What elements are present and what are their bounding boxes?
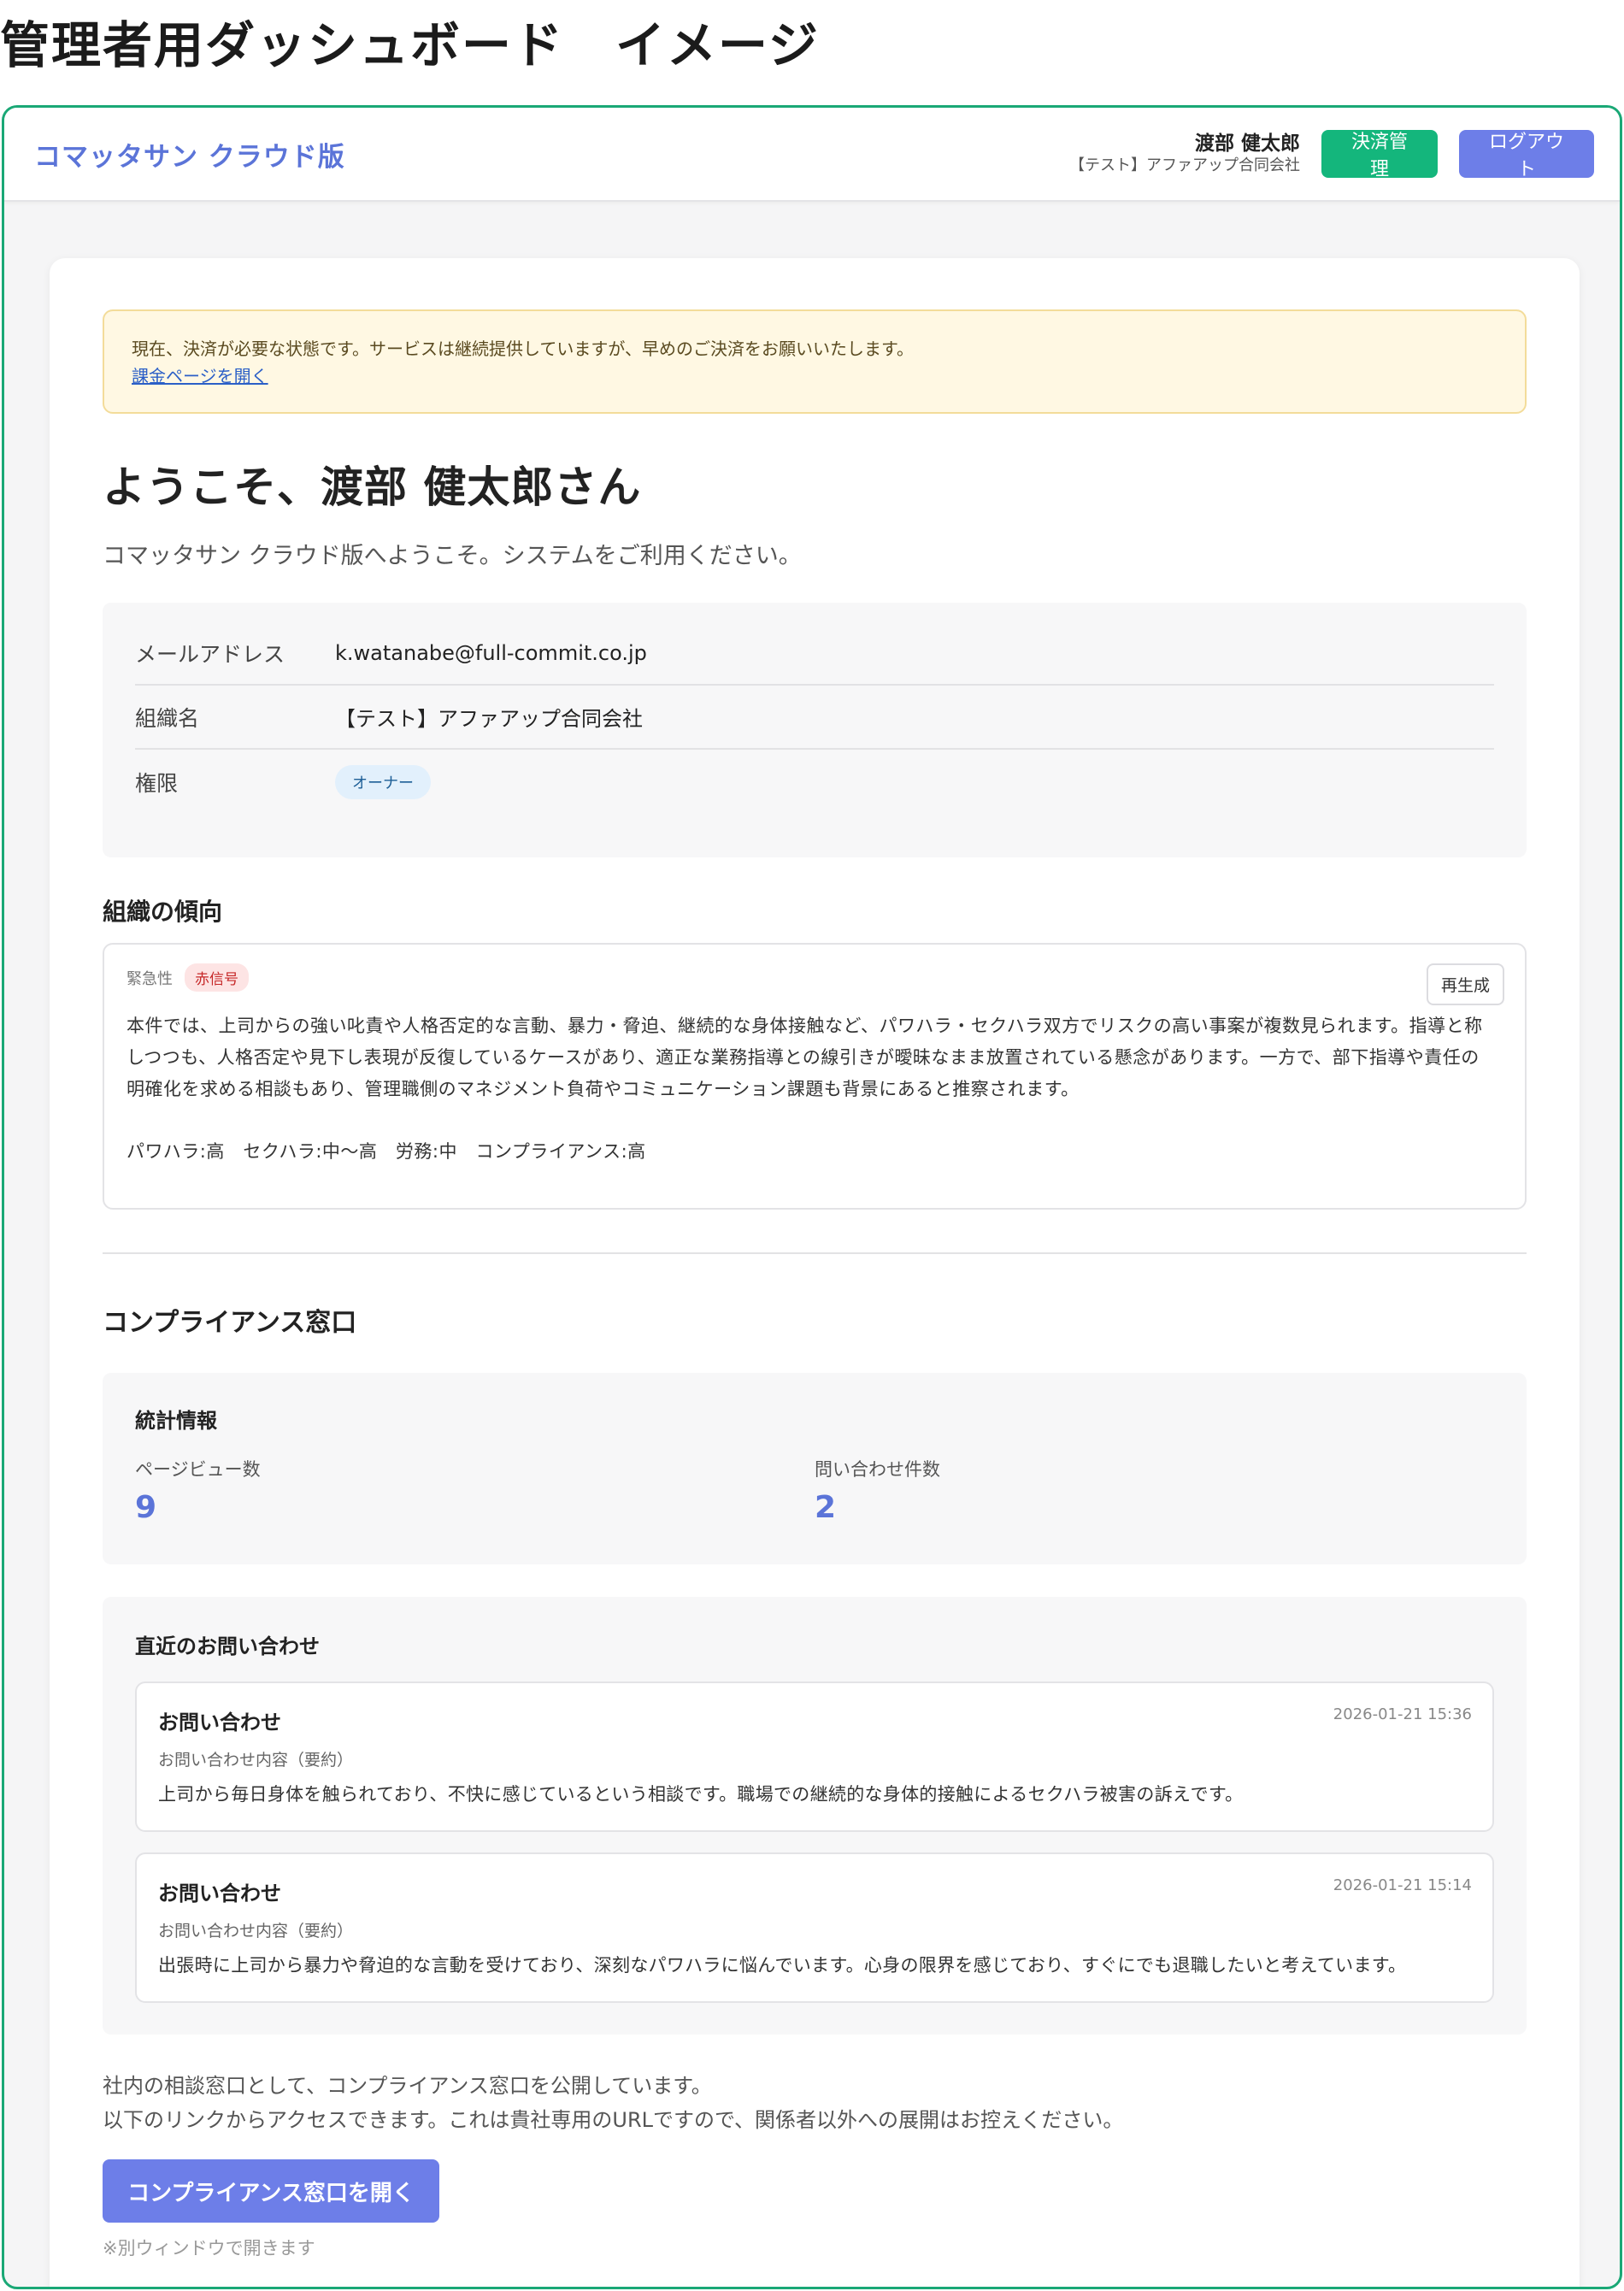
inquiry-title: お問い合わせ [158,1882,281,1905]
brand-logo[interactable]: コマッタサン クラウド版 [34,135,345,174]
trend-panel: 緊急性 赤信号 再生成 本件では、上司からの強い叱責や人格否定的な言動、暴力・脅… [103,943,1527,1210]
welcome-subtitle: コマッタサン クラウド版へようこそ。システムをご利用ください。 [103,543,802,569]
account-info-panel: メールアドレス k.watanabe@full-commit.co.jp 組織名… [103,603,1527,857]
urgency-label: 緊急性 [127,969,173,988]
compliance-section-title: コンプライアンス窓口 [103,1308,357,1338]
compliance-description: 社内の相談窓口として、コンプライアンス窓口を公開しています。 以下のリンクからア… [103,2069,1527,2137]
main-card: 現在、決済が必要な状態です。サービスは継続提供していますが、早めのご決済をお願い… [50,258,1580,2287]
section-divider [103,1252,1527,1254]
pageviews-value: 9 [135,1490,157,1525]
urgency-row: 緊急性 赤信号 [127,963,1503,992]
user-name: 渡部 健太郎 [1194,133,1300,156]
info-row-role: 権限 オーナー [135,750,1494,814]
stat-inquiries: 問い合わせ件数 2 [815,1456,1494,1525]
inquiry-date: 2026-01-21 15:14 [1333,1876,1472,1894]
info-row-organization: 組織名 【テスト】アファアップ合同会社 [135,686,1494,750]
trend-summary-line: 本件では、上司からの強い叱責や人格否定的な言動、暴力・脅迫、継続的な身体接触など… [127,1016,1483,1036]
inquiry-title: お問い合わせ [158,1711,281,1734]
inquiry-summary: 上司から毎日身体を触られており、不快に感じているという相談です。職場での継続的な… [158,1784,1244,1805]
stats-heading: 統計情報 [135,1409,217,1433]
inquiries-count-label: 問い合わせ件数 [815,1459,940,1480]
pageviews-label: ページビュー数 [135,1459,261,1480]
role-badge: オーナー [335,764,431,799]
role-label: 権限 [135,770,179,796]
compliance-description-line: 社内の相談窓口として、コンプライアンス窓口を公開しています。 [103,2074,712,2098]
new-window-note: ※別ウィンドウで開きます [103,2238,315,2259]
email-value: k.watanabe@full-commit.co.jp [335,640,647,665]
compliance-description-line: 以下のリンクからアクセスできます。これは貴社専用のURLですので、関係者以外への… [103,2108,1124,2132]
email-label: メールアドレス [135,641,285,667]
recent-inquiries-heading: 直近のお問い合わせ [135,1634,320,1658]
logout-button[interactable]: ログアウト [1459,130,1594,180]
inquiry-summary-label: お問い合わせ内容（要約） [158,1922,354,1941]
inquiry-summary-label: お問い合わせ内容（要約） [158,1751,354,1770]
recent-inquiries-panel: 直近のお問い合わせ お問い合わせ 2026-01-21 15:36 お問い合わせ… [103,1597,1527,2035]
regenerate-button[interactable]: 再生成 [1426,963,1504,1005]
trend-summary-line: 明確化を求める相談もあり、管理職側のマネジメント負荷やコミュニケーション課題も背… [127,1079,1080,1099]
trend-summary-line: しつつも、人格否定や見下し表現が反復しているケースがあり、適正な業務指導との線引… [127,1047,1480,1068]
info-row-email: メールアドレス k.watanabe@full-commit.co.jp [135,621,1494,686]
billing-page-link[interactable]: 課金ページを開く [132,362,268,390]
inquiry-date: 2026-01-21 15:36 [1333,1705,1472,1723]
trend-section-title: 組織の傾向 [103,898,223,926]
page-caption: 管理者用ダッシュボード イメージ [0,16,820,74]
user-organization: 【テスト】アファアップ合同会社 [1069,156,1300,175]
stats-row: ページビュー数 9 問い合わせ件数 2 [135,1456,1494,1525]
welcome-title: ようこそ、渡部 健太郎さん [103,462,642,512]
organization-label: 組織名 [135,705,200,731]
dashboard-frame: コマッタサン クラウド版 渡部 健太郎 【テスト】アファアップ合同会社 決済管理… [2,105,1622,2289]
header-actions: 渡部 健太郎 【テスト】アファアップ合同会社 決済管理 ログアウト [1069,130,1594,180]
stat-pageviews: ページビュー数 9 [135,1456,815,1525]
user-info: 渡部 健太郎 【テスト】アファアップ合同会社 [1069,132,1300,175]
inquiries-count-value: 2 [815,1490,837,1525]
inquiry-summary: 出張時に上司から暴力や脅迫的な言動を受けており、深刻なパワハラに悩んでいます。心… [158,1955,1407,1976]
app-header: コマッタサン クラウド版 渡部 健太郎 【テスト】アファアップ合同会社 決済管理… [4,108,1620,202]
urgency-badge: 赤信号 [185,963,249,992]
risk-scores: パワハラ:高 セクハラ:中〜高 労務:中 コンプライアンス:高 [127,1141,646,1162]
organization-value: 【テスト】アファアップ合同会社 [335,707,643,731]
inquiry-card[interactable]: お問い合わせ 2026-01-21 15:36 お問い合わせ内容（要約） 上司か… [135,1681,1494,1832]
trend-summary: 本件では、上司からの強い叱責や人格否定的な言動、暴力・脅迫、継続的な身体接触など… [127,1010,1503,1105]
payment-notice: 現在、決済が必要な状態です。サービスは継続提供していますが、早めのご決済をお願い… [103,309,1527,414]
billing-management-button[interactable]: 決済管理 [1321,130,1438,180]
payment-notice-message: 現在、決済が必要な状態です。サービスは継続提供していますが、早めのご決済をお願い… [132,339,914,359]
stats-panel: 統計情報 ページビュー数 9 問い合わせ件数 2 [103,1373,1527,1564]
open-compliance-desk-button[interactable]: コンプライアンス窓口を開く [103,2159,439,2223]
inquiry-card[interactable]: お問い合わせ 2026-01-21 15:14 お問い合わせ内容（要約） 出張時… [135,1852,1494,2003]
